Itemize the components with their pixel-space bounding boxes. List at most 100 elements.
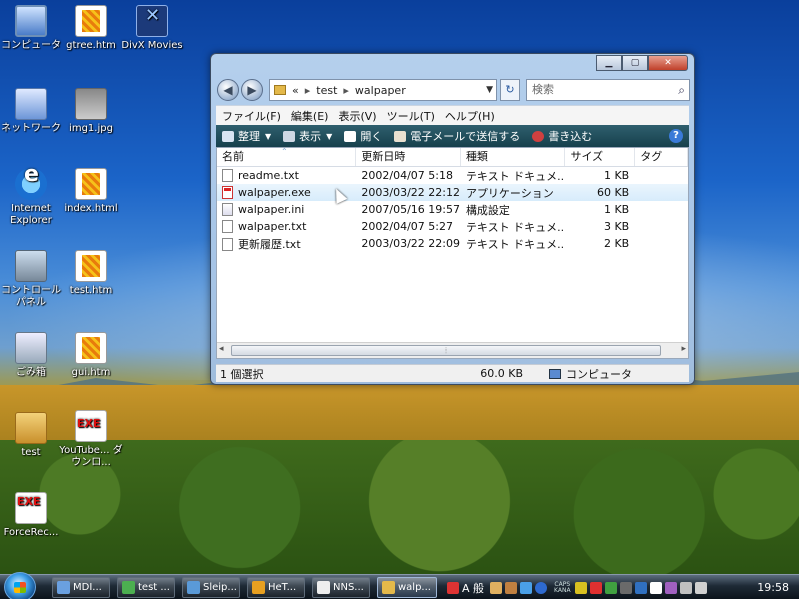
column-header-size[interactable]: サイズ xyxy=(565,148,636,166)
organize-button[interactable]: 整理 ▼ xyxy=(222,128,271,144)
app-icon xyxy=(57,581,70,594)
desktop-icon-youtube[interactable]: YouTube... ダウンロ... xyxy=(56,410,126,469)
file-name: 更新履歴.txt xyxy=(238,237,301,251)
file-name: readme.txt xyxy=(238,168,299,182)
email-icon xyxy=(394,130,407,142)
chevron-down-icon[interactable]: ▼ xyxy=(486,85,493,95)
help-icon[interactable]: ? xyxy=(669,129,683,143)
back-button[interactable]: ◀ xyxy=(217,79,239,101)
column-header-date[interactable]: 更新日時 xyxy=(356,148,461,166)
horizontal-scrollbar[interactable]: ◂ ⦙ ▸ xyxy=(217,342,688,358)
burn-disc-icon xyxy=(532,130,545,142)
taskbar-button-label: walp... xyxy=(398,582,431,593)
taskbar-button-sleipnir[interactable]: Sleip... xyxy=(182,577,240,598)
desktop-icon-gtree[interactable]: gtree.htm xyxy=(56,5,126,52)
address-bar[interactable]: « ▸ test ▸ walpaper ▼ xyxy=(269,79,497,101)
divx-icon xyxy=(136,5,168,37)
taskbar-button-het[interactable]: HeT... xyxy=(247,577,305,598)
file-row-selected[interactable]: walpaper.exe 2003/03/22 22:12 アプリケーション 6… xyxy=(217,184,688,201)
menu-help[interactable]: ヘルプ(H) xyxy=(445,108,495,124)
desktop-icon-forcerec[interactable]: ForceRec... xyxy=(0,492,66,539)
internet-explorer-icon xyxy=(15,168,47,200)
email-button[interactable]: 電子メールで送信する xyxy=(394,128,520,144)
breadcrumb-test[interactable]: test xyxy=(316,84,337,97)
scroll-left-icon[interactable]: ◂ xyxy=(219,344,224,354)
tray-icon[interactable] xyxy=(664,581,677,594)
taskbar: MDI... test ... Sleip... HeT... NNS... w… xyxy=(0,572,799,599)
menu-file[interactable]: ファイル(F) xyxy=(222,108,281,124)
chevron-down-icon: ▼ xyxy=(265,131,272,141)
address-prefix[interactable]: « xyxy=(292,84,299,97)
volume-icon[interactable] xyxy=(694,581,707,594)
exe-file-icon xyxy=(222,186,233,200)
forward-button[interactable]: ▶ xyxy=(241,79,263,101)
file-row[interactable]: 更新履歴.txt 2003/03/22 22:09 テキスト ドキュメ... 2… xyxy=(217,235,688,252)
start-button[interactable] xyxy=(4,572,36,599)
tray-icon[interactable] xyxy=(604,581,617,594)
scroll-right-icon[interactable]: ▸ xyxy=(681,344,686,354)
file-size: 60 KB xyxy=(596,186,630,199)
desktop-icon-label: YouTube... ダウンロ... xyxy=(59,445,123,468)
tray-icon[interactable] xyxy=(619,581,632,594)
refresh-button[interactable]: ↻ xyxy=(500,79,520,101)
help-icon[interactable] xyxy=(535,581,548,594)
menu-edit[interactable]: 編集(E) xyxy=(291,108,329,124)
desktop-icon-test-htm[interactable]: test.htm xyxy=(56,250,126,297)
column-header-name[interactable]: 名前 ⌃ xyxy=(217,147,357,166)
folder-icon xyxy=(15,412,47,444)
file-row[interactable]: readme.txt 2002/04/07 5:18 テキスト ドキュメ... … xyxy=(217,167,688,184)
file-size: 2 KB xyxy=(603,237,630,250)
desktop-icon-divx[interactable]: DivX Movies xyxy=(117,5,187,52)
network-icon[interactable] xyxy=(679,581,692,594)
file-date: 2007/05/16 19:57 xyxy=(361,203,460,216)
column-header-tags[interactable]: タグ xyxy=(635,148,688,166)
desktop-icon-index[interactable]: index.html xyxy=(56,168,126,215)
status-location: コンピュータ xyxy=(523,366,632,382)
minimize-button[interactable]: ▁ xyxy=(596,55,622,71)
tray-icon[interactable] xyxy=(447,581,459,594)
taskbar-button-label: test ... xyxy=(138,582,170,593)
tray-icon[interactable] xyxy=(520,581,533,594)
tray-icon[interactable] xyxy=(574,581,587,594)
file-row[interactable]: walpaper.ini 2007/05/16 19:57 構成設定 1 KB xyxy=(217,201,688,218)
scrollbar-thumb[interactable]: ⦙ xyxy=(231,345,661,356)
network-icon xyxy=(15,88,47,120)
taskbar-button-test[interactable]: test ... xyxy=(117,577,175,598)
kana-label: KANA xyxy=(554,586,571,594)
taskbar-button-nns[interactable]: NNS... xyxy=(312,577,370,598)
tray-icon[interactable] xyxy=(505,581,518,594)
column-header-type[interactable]: 種類 xyxy=(461,148,566,166)
file-date: 2003/03/22 22:12 xyxy=(361,186,460,199)
close-button[interactable]: ✕ xyxy=(648,55,688,71)
open-icon xyxy=(344,130,357,142)
taskbar-button-label: MDI... xyxy=(73,582,102,593)
tray-icon[interactable] xyxy=(649,581,662,594)
file-row[interactable]: walpaper.txt 2002/04/07 5:27 テキスト ドキュメ..… xyxy=(217,218,688,235)
menu-tools[interactable]: ツール(T) xyxy=(387,108,435,124)
views-button[interactable]: 表示 ▼ xyxy=(283,128,332,144)
search-input[interactable]: 検索 ⌕ xyxy=(526,79,690,101)
search-icon[interactable]: ⌕ xyxy=(678,80,685,100)
computer-icon xyxy=(15,5,47,37)
clock[interactable]: 19:58 xyxy=(757,575,789,599)
breadcrumb-walpaper[interactable]: walpaper xyxy=(355,84,406,97)
menu-bar: ファイル(F) 編集(E) 表示(V) ツール(T) ヘルプ(H) xyxy=(216,105,689,125)
desktop-icon-label: ForceRec... xyxy=(3,527,59,538)
tray-icon[interactable] xyxy=(634,581,647,594)
explorer-window[interactable]: ▁ ▢ ✕ ◀ ▶ « ▸ test ▸ walpaper ▼ ↻ 検索 ⌕ フ… xyxy=(210,53,695,385)
burn-button[interactable]: 書き込む xyxy=(532,128,592,144)
tray-icon[interactable] xyxy=(589,581,602,594)
control-panel-icon xyxy=(15,250,47,282)
file-date: 2002/04/07 5:27 xyxy=(361,220,453,233)
file-type: テキスト ドキュメ... xyxy=(465,237,566,251)
desktop-icon-gui[interactable]: gui.htm xyxy=(56,332,126,379)
menu-view[interactable]: 表示(V) xyxy=(338,108,376,124)
taskbar-button-walpaper[interactable]: walp... xyxy=(377,577,437,598)
maximize-button[interactable]: ▢ xyxy=(622,55,648,71)
ime-indicator[interactable]: A 般 xyxy=(462,580,484,596)
desktop-icon-img1[interactable]: img1.jpg xyxy=(56,88,126,135)
open-button[interactable]: 開く xyxy=(344,128,382,144)
taskbar-button-mdi[interactable]: MDI... xyxy=(52,577,110,598)
app-icon xyxy=(187,581,200,594)
tray-icon[interactable] xyxy=(490,581,503,594)
